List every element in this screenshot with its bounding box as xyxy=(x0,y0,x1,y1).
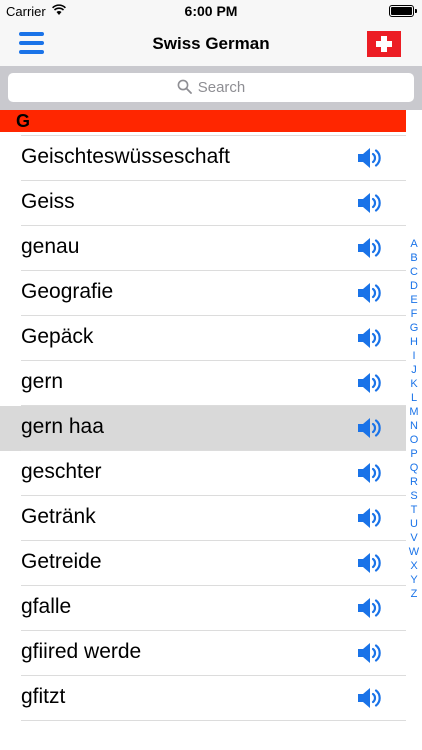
word-row[interactable]: genau xyxy=(0,226,406,271)
section-header: G xyxy=(0,110,406,132)
speaker-icon[interactable] xyxy=(357,461,383,485)
word-row[interactable]: Geografie xyxy=(0,271,406,316)
word-label: Geträn​k xyxy=(21,505,96,528)
index-letter[interactable]: T xyxy=(406,503,422,517)
word-label: geschter xyxy=(21,460,102,483)
word-label: Geischteswüsseschaft xyxy=(21,145,230,168)
status-time: 6:00 PM xyxy=(184,3,238,19)
index-letter[interactable]: X xyxy=(406,559,422,573)
section-header-label: G xyxy=(16,111,31,131)
speaker-icon[interactable] xyxy=(357,371,383,395)
page-title: Swiss German xyxy=(152,34,270,53)
speaker-icon[interactable] xyxy=(357,326,383,350)
search-placeholder: Search xyxy=(197,79,246,96)
row-separator xyxy=(21,720,406,721)
word-label: gfitzt xyxy=(21,685,66,708)
word-row[interactable]: Gepäck xyxy=(0,316,406,361)
speaker-icon[interactable] xyxy=(357,236,383,260)
index-letter[interactable]: V xyxy=(406,531,422,545)
search-bar: Search xyxy=(0,66,422,110)
index-letter[interactable]: L xyxy=(406,391,422,405)
word-list[interactable]: gedigeGeischteswüsseschaftGeissgenauGeog… xyxy=(0,110,406,750)
index-letter[interactable]: J xyxy=(406,363,422,377)
word-row[interactable]: gern xyxy=(0,361,406,406)
index-letter[interactable]: I xyxy=(406,349,422,363)
speaker-icon[interactable] xyxy=(357,686,383,710)
word-row[interactable]: gfitzt xyxy=(0,676,406,721)
status-bar: Carrier 6:00 PM xyxy=(0,0,422,22)
index-letter[interactable]: Z xyxy=(406,587,422,601)
index-letter[interactable]: C xyxy=(406,265,422,279)
index-letter[interactable]: Q xyxy=(406,461,422,475)
index-letter[interactable]: N xyxy=(406,419,422,433)
speaker-icon[interactable] xyxy=(357,641,383,665)
word-label: Geiss xyxy=(21,190,75,213)
search-input[interactable]: Search xyxy=(8,73,414,102)
word-label: Geografie xyxy=(21,280,114,303)
index-letter[interactable]: U xyxy=(406,517,422,531)
index-letter[interactable]: M xyxy=(406,405,422,419)
word-label: gern haa xyxy=(21,415,104,438)
speaker-icon[interactable] xyxy=(357,506,383,530)
word-label: gfiired werde xyxy=(21,640,142,663)
word-row[interactable]: geschter xyxy=(0,451,406,496)
word-row[interactable]: Getreide xyxy=(0,541,406,586)
index-letter[interactable]: W xyxy=(406,545,422,559)
word-row[interactable]: gern haa xyxy=(0,406,406,451)
index-letter[interactable]: R xyxy=(406,475,422,489)
speaker-icon[interactable] xyxy=(357,146,383,170)
speaker-icon[interactable] xyxy=(357,416,383,440)
index-letter[interactable]: D xyxy=(406,279,422,293)
index-letter[interactable]: F xyxy=(406,307,422,321)
battery-icon xyxy=(389,5,417,17)
speaker-icon[interactable] xyxy=(357,551,383,575)
speaker-icon[interactable] xyxy=(357,281,383,305)
word-label: genau xyxy=(21,235,80,258)
index-letter[interactable]: A xyxy=(406,237,422,251)
index-letter[interactable]: S xyxy=(406,489,422,503)
navigation-bar: Swiss German xyxy=(0,22,422,66)
speaker-icon[interactable] xyxy=(357,191,383,215)
index-letter[interactable]: O xyxy=(406,433,422,447)
index-letter[interactable]: E xyxy=(406,293,422,307)
alphabet-index[interactable]: ABCDEFGHIJKLMNOPQRSTUVWXYZ xyxy=(406,237,422,601)
index-letter[interactable]: H xyxy=(406,335,422,349)
index-letter[interactable]: G xyxy=(406,321,422,335)
word-label: gfalle xyxy=(21,595,72,618)
index-letter[interactable]: P xyxy=(406,447,422,461)
index-letter[interactable]: B xyxy=(406,251,422,265)
word-row[interactable]: gfalle xyxy=(0,586,406,631)
word-row[interactable]: gfiired werde xyxy=(0,631,406,676)
word-label: Getreide xyxy=(21,550,102,573)
swiss-flag-button[interactable] xyxy=(367,31,401,57)
index-letter[interactable]: Y xyxy=(406,573,422,587)
speaker-icon[interactable] xyxy=(357,596,383,620)
word-row[interactable]: Geträn​k xyxy=(0,496,406,541)
word-label: gern xyxy=(21,370,64,393)
word-row[interactable]: Geischteswüsseschaft xyxy=(0,136,406,181)
word-row[interactable]: Geiss xyxy=(0,181,406,226)
word-label: Gepäck xyxy=(21,325,94,348)
index-letter[interactable]: K xyxy=(406,377,422,391)
search-icon xyxy=(177,79,192,94)
